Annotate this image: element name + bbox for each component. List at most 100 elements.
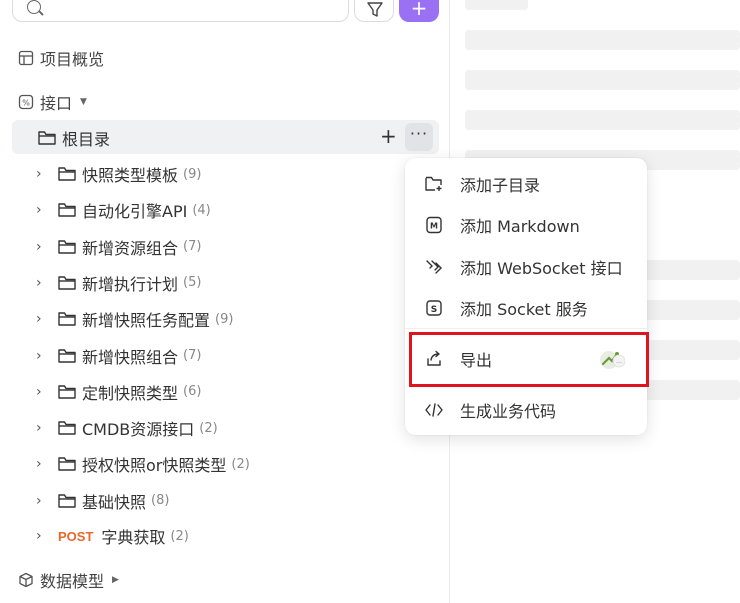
skeleton-line — [465, 30, 740, 50]
svg-text:%: % — [22, 99, 30, 108]
tree-item-label: CMDB资源接口 — [82, 420, 195, 440]
tree-item-folder[interactable]: › 授权快照or快照类型 (2) — [36, 452, 250, 476]
sidebar: + 项目概览 % 接口 ▼ 根目录 + ··· › 快照类型模板 (9) › 自动化引擎… — [0, 0, 450, 603]
caret-right-icon[interactable]: ▶ — [112, 575, 119, 585]
tree-item-folder[interactable]: › 新增快照组合 (7) — [36, 344, 201, 368]
item-count: (7) — [183, 239, 202, 255]
tree-item-label: 定制快照类型 — [82, 383, 179, 403]
tree-item-label: 基础快照 — [82, 492, 147, 512]
menu-item-add-markdown[interactable]: M 添加 Markdown — [405, 208, 647, 242]
chevron-right-icon[interactable]: › — [36, 493, 50, 509]
chevron-right-icon[interactable]: › — [36, 456, 50, 472]
skeleton-line — [465, 70, 740, 90]
tree-item-folder[interactable]: › CMDB资源接口 (2) — [36, 416, 218, 440]
nav-api[interactable]: % 接口 ▼ — [18, 90, 87, 114]
tree-item-label: 快照类型模板 — [82, 166, 179, 185]
filter-icon — [367, 2, 383, 17]
svg-text:M: M — [430, 222, 438, 231]
add-child-button[interactable]: + — [380, 124, 397, 148]
search-icon — [27, 0, 41, 14]
menu-item-label: 生成业务代码 — [460, 402, 557, 421]
menu-item-label: 添加 Socket 服务 — [460, 300, 588, 319]
chevron-right-icon[interactable]: › — [36, 384, 50, 400]
nav-api-label: 接口 — [40, 94, 73, 113]
nav-project-overview-label: 项目概览 — [40, 50, 105, 69]
websocket-icon — [425, 258, 443, 276]
caret-down-icon[interactable]: ▼ — [80, 97, 87, 107]
chevron-right-icon[interactable]: › — [36, 348, 50, 364]
folder-icon — [58, 385, 76, 399]
menu-item-add-websocket[interactable]: 添加 WebSocket 接口 — [405, 250, 647, 284]
folder-icon — [58, 457, 76, 472]
tree-item-label: 新增资源组合 — [82, 238, 179, 258]
nav-project-overview[interactable]: 项目概览 — [18, 46, 104, 70]
tree-item-folder[interactable]: › 新增快照任务配置 (9) — [36, 307, 233, 331]
item-count: (9) — [215, 311, 234, 327]
tree-item-label: 新增执行计划 — [82, 274, 179, 294]
skeleton-line — [465, 110, 740, 130]
folder-icon — [58, 421, 76, 435]
chevron-right-icon[interactable]: › — [36, 166, 50, 182]
layout-icon — [18, 50, 34, 66]
folder-icon — [58, 312, 76, 326]
code-icon — [425, 401, 443, 419]
item-count: (9) — [183, 166, 202, 182]
filter-button[interactable] — [354, 0, 394, 22]
chevron-right-icon[interactable]: › — [36, 420, 50, 436]
tree-item-folder[interactable]: › 自动化引擎API (4) — [36, 198, 211, 222]
menu-item-generate-code[interactable]: 生成业务代码 — [405, 393, 647, 427]
folder-icon — [58, 493, 76, 508]
method-badge: POST — [58, 528, 94, 544]
tree-item-label: 授权快照or快照类型 — [82, 456, 227, 476]
folder-icon — [58, 167, 76, 181]
add-button[interactable]: + — [399, 0, 439, 22]
chevron-right-icon[interactable]: › — [36, 275, 50, 291]
chevron-right-icon[interactable]: › — [36, 311, 50, 327]
socket-icon: S — [425, 299, 443, 317]
root-folder-label: 根目录 — [62, 130, 111, 149]
item-count: (5) — [183, 275, 202, 291]
nav-data-model[interactable]: 数据模型 ▶ — [18, 568, 119, 592]
tree-item-post[interactable]: › POST 字典获取 (2) — [36, 524, 189, 548]
more-actions-button[interactable]: ··· — [405, 123, 433, 151]
tree-root-folder[interactable]: 根目录 + ··· — [12, 120, 439, 154]
menu-item-add-socket-service[interactable]: S 添加 Socket 服务 — [405, 291, 647, 325]
context-menu: 添加子目录 M 添加 Markdown 添加 WebSocket 接口 S 添加… — [405, 158, 647, 435]
menu-item-label: 添加子目录 — [460, 176, 541, 195]
folder-icon — [58, 239, 76, 254]
menu-item-label: 添加 WebSocket 接口 — [460, 259, 623, 278]
item-count: (4) — [192, 202, 211, 218]
svg-text:S: S — [431, 305, 437, 315]
tree-item-label: 新增快照任务配置 — [82, 311, 211, 331]
search-input[interactable] — [12, 0, 349, 22]
tree-item-folder[interactable]: › 定制快照类型 (6) — [36, 380, 201, 404]
chevron-right-icon[interactable]: › — [36, 528, 50, 544]
tree-item-folder[interactable]: › 新增执行计划 (5) — [36, 271, 201, 295]
chevron-right-icon[interactable]: › — [36, 202, 50, 218]
api-icon: % — [18, 94, 34, 110]
item-count: (6) — [183, 384, 202, 400]
tree-item-label: 自动化引擎API — [82, 202, 188, 222]
tree-item-label: 新增快照组合 — [82, 347, 179, 367]
folder-icon — [58, 348, 76, 363]
item-count: (2) — [199, 420, 218, 436]
item-count: (8) — [151, 493, 170, 509]
tree-item-folder[interactable]: › 基础快照 (8) — [36, 489, 169, 513]
nav-data-model-label: 数据模型 — [40, 572, 105, 591]
chevron-right-icon[interactable]: › — [36, 239, 50, 255]
menu-item-add-subfolder[interactable]: 添加子目录 — [405, 167, 647, 201]
menu-item-label: 添加 Markdown — [460, 217, 580, 236]
folder-icon — [58, 276, 76, 290]
folder-icon — [58, 203, 76, 217]
menu-divider — [405, 328, 647, 329]
markdown-icon: M — [425, 216, 443, 234]
tree-item-folder[interactable]: › 快照类型模板 (9) — [36, 162, 201, 186]
folder-icon — [38, 131, 56, 145]
cube-icon — [19, 572, 33, 588]
tree-item-folder[interactable]: › 新增资源组合 (7) — [36, 235, 201, 259]
highlight-box — [409, 332, 649, 387]
item-count: (2) — [170, 528, 189, 544]
folder-plus-icon — [425, 175, 443, 193]
tree-item-label: 字典获取 — [101, 528, 166, 547]
item-count: (2) — [231, 456, 250, 472]
